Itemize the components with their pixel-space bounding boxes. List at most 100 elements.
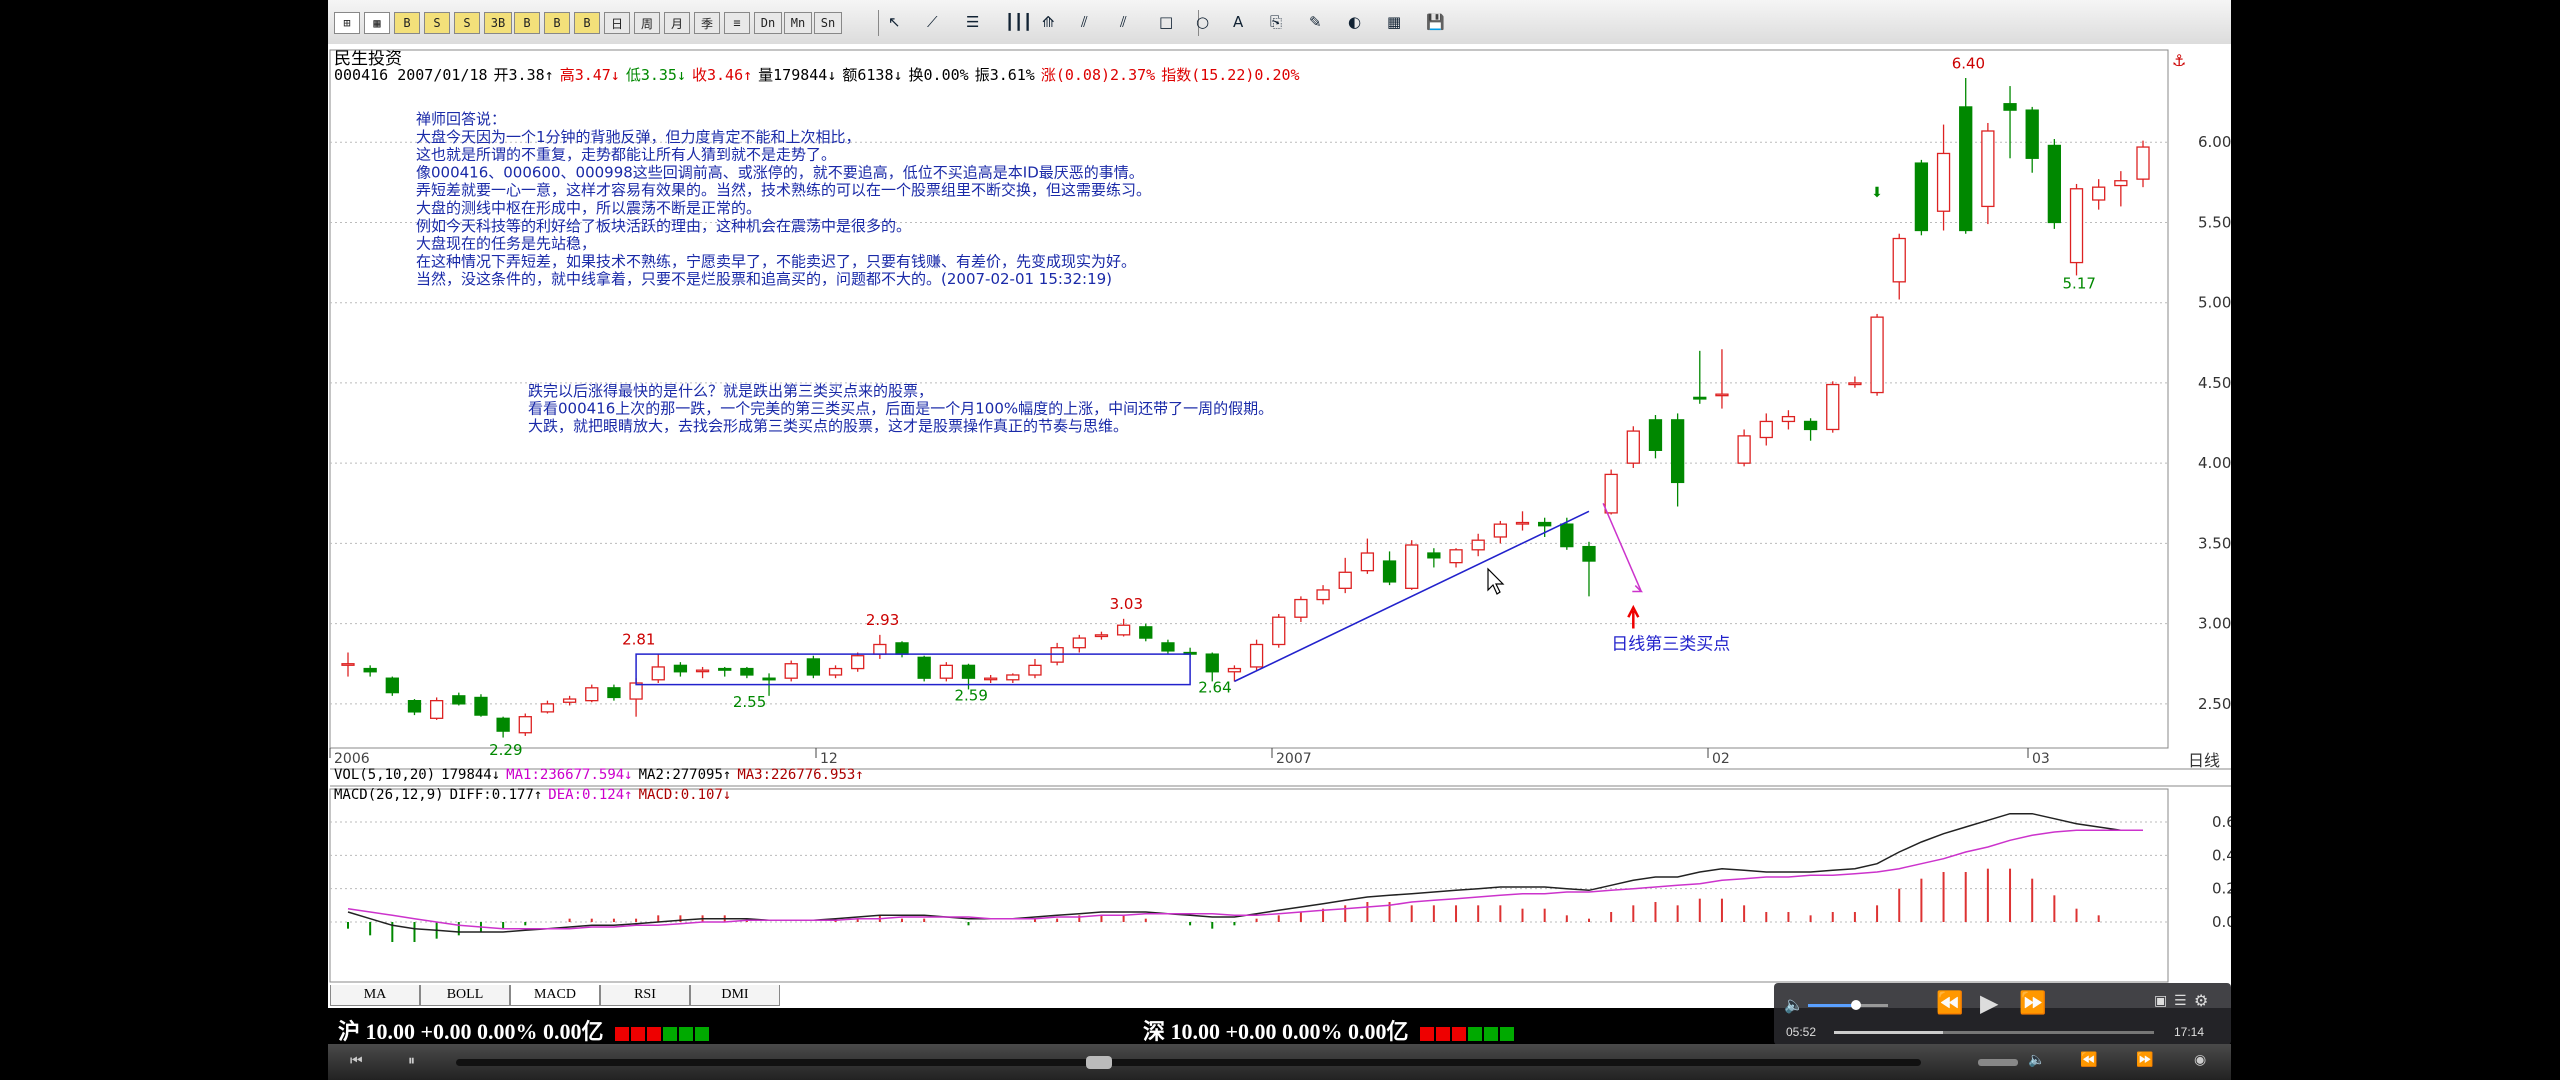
- circle-tool-icon[interactable]: ○: [1196, 13, 1209, 31]
- candle-body: [1094, 634, 1109, 638]
- toolbar-button[interactable]: B: [394, 12, 420, 34]
- candle-body: [917, 656, 931, 679]
- candle-body: [1360, 552, 1375, 572]
- candle-body: [1515, 521, 1530, 525]
- fast-forward-button[interactable]: ⏩: [2019, 991, 2046, 1016]
- eraser-icon[interactable]: ✎: [1309, 13, 1322, 31]
- dea-line: [347, 829, 2143, 930]
- window-icon[interactable]: ▣: [2154, 993, 2167, 1009]
- fan-tool-icon[interactable]: ⟰: [1042, 13, 1055, 31]
- candle-body: [1560, 523, 1574, 548]
- sz-prefix: 深: [1143, 1019, 1166, 1044]
- save-icon[interactable]: 💾: [1426, 13, 1445, 31]
- timeline-track[interactable]: [456, 1056, 1921, 1069]
- candle-body: [452, 695, 466, 705]
- toolbar-button[interactable]: 3B: [484, 12, 512, 34]
- tab-ma[interactable]: MA: [330, 985, 420, 1006]
- toolbar-button[interactable]: ⊞: [334, 12, 360, 34]
- color-icon[interactable]: ◐: [1348, 13, 1361, 31]
- grid-tool-icon[interactable]: ┃┃┃: [1005, 13, 1032, 31]
- tab-rsi[interactable]: RSI: [600, 985, 690, 1006]
- text-tool-icon[interactable]: A: [1233, 13, 1243, 31]
- pause-button[interactable]: ⏸: [408, 1053, 415, 1069]
- down-arrow-icon: ⬇: [1871, 185, 1883, 201]
- parallel-tool-icon[interactable]: ⫽: [1120, 13, 1127, 31]
- record-icon[interactable]: ◉: [2194, 1052, 2206, 1068]
- vol-indicator-line: VOL(5,10,20) 179844↓ MA1:236677.594↓ MA2:27…: [334, 767, 870, 783]
- candle-body: [1826, 383, 1840, 431]
- palette-icon[interactable]: ▦: [1387, 13, 1401, 31]
- total-time: 17:14: [2174, 1025, 2205, 1039]
- toolbar-button[interactable]: B: [544, 12, 570, 34]
- macd-indicator-line: MACD(26,12,9) DIFF:0.177↑ DEA:0.124↑ MACD:0…: [334, 787, 737, 803]
- macd-y-label: 0.60: [2212, 813, 2231, 831]
- list-icon[interactable]: ☰: [2174, 993, 2187, 1009]
- toolbar-button[interactable]: S: [454, 12, 480, 34]
- candle-body: [363, 667, 377, 673]
- toolbar-button[interactable]: Sn: [814, 12, 842, 34]
- rect-tool-icon[interactable]: □: [1159, 13, 1173, 31]
- y-tick-label: 4.00: [2198, 454, 2231, 472]
- cursor-icon[interactable]: ↖: [888, 13, 901, 31]
- candle-body: [585, 687, 599, 702]
- teacher-note-line: 大盘的测线中枢在形成中，所以震荡不断是正常的。: [416, 199, 761, 217]
- skip-back-icon[interactable]: ⏪: [2080, 1052, 2097, 1068]
- tab-macd[interactable]: MACD: [510, 985, 600, 1006]
- mouse-cursor-icon: [1487, 567, 1505, 595]
- candle-body: [1936, 152, 1951, 212]
- volume-slider[interactable]: [1808, 1000, 1888, 1010]
- x-tick-label: 2006: [334, 751, 370, 767]
- candle-body: [540, 703, 555, 713]
- toolbar-button[interactable]: 季: [694, 12, 720, 34]
- toolbar-button[interactable]: Dn: [754, 12, 782, 34]
- candle-body: [562, 698, 577, 703]
- candle-body: [2025, 109, 2039, 159]
- tab-boll[interactable]: BOLL: [420, 985, 510, 1006]
- prev-button[interactable]: ⏮: [350, 1053, 363, 1069]
- indicator-tabs: MA BOLL MACD RSI DMI: [330, 985, 780, 1007]
- toolbar-button[interactable]: B: [574, 12, 600, 34]
- rewind-button[interactable]: ⏪: [1936, 991, 1963, 1016]
- toolbar-button[interactable]: ▦: [364, 12, 390, 34]
- drop-arrow-icon: [1602, 502, 1642, 592]
- chart-area: 民生投资 000416 2007/01/18 开3.38↑ 高3.47↓ 低3.35↓…: [328, 44, 2231, 984]
- candle-body: [939, 664, 953, 679]
- toolbar-button[interactable]: ≡: [724, 12, 750, 34]
- info-field: MA2:277095↑: [638, 767, 732, 783]
- toolbar-button[interactable]: Mn: [784, 12, 812, 34]
- volume-icon[interactable]: 🔈: [1784, 995, 1804, 1014]
- candle-body: [2047, 144, 2062, 224]
- candle-body: [1493, 523, 1507, 538]
- candle-body: [1205, 653, 1219, 673]
- toolbar-button[interactable]: 月: [664, 12, 690, 34]
- fan2-tool-icon[interactable]: ⫽: [1081, 13, 1088, 31]
- price-label: 2.93: [866, 611, 899, 629]
- candle-body: [1759, 420, 1773, 439]
- speaker-icon[interactable]: 🔈: [2028, 1052, 2045, 1068]
- candle-body: [1715, 393, 1729, 397]
- sh-prefix: 沪: [338, 1019, 361, 1044]
- copy-icon[interactable]: ⎘: [1270, 13, 1282, 31]
- candle-body: [718, 667, 732, 671]
- settings-icon[interactable]: ⚙: [2194, 991, 2208, 1010]
- y-tick-label: 5.00: [2198, 294, 2231, 312]
- tab-dmi[interactable]: DMI: [690, 985, 780, 1006]
- skip-forward-icon[interactable]: ⏩: [2136, 1052, 2153, 1068]
- fib-tool-icon[interactable]: ☰: [966, 13, 979, 31]
- toolbar-button[interactable]: 日: [604, 12, 630, 34]
- seek-bar[interactable]: [1834, 1031, 2154, 1034]
- candle-body: [1582, 545, 1596, 562]
- anchor-icon: ⚓: [2172, 51, 2186, 70]
- volume-bar[interactable]: [1978, 1059, 2018, 1066]
- toolbar-button[interactable]: B: [514, 12, 540, 34]
- third-buy-note-line: 看看000416上次的那一跌，一个完美的第三类买点，后面是一个月100%幅度的上…: [528, 400, 1273, 418]
- toolbar-button[interactable]: 周: [634, 12, 660, 34]
- toolbar-button[interactable]: S: [424, 12, 450, 34]
- candle-body: [1892, 237, 1906, 283]
- candle-body: [762, 677, 776, 681]
- play-button[interactable]: ▶: [1980, 989, 1998, 1017]
- candle-body: [496, 717, 510, 732]
- candle-body: [1781, 415, 1796, 423]
- candle-body: [740, 667, 754, 676]
- ray-tool-icon[interactable]: ⟋: [927, 13, 938, 31]
